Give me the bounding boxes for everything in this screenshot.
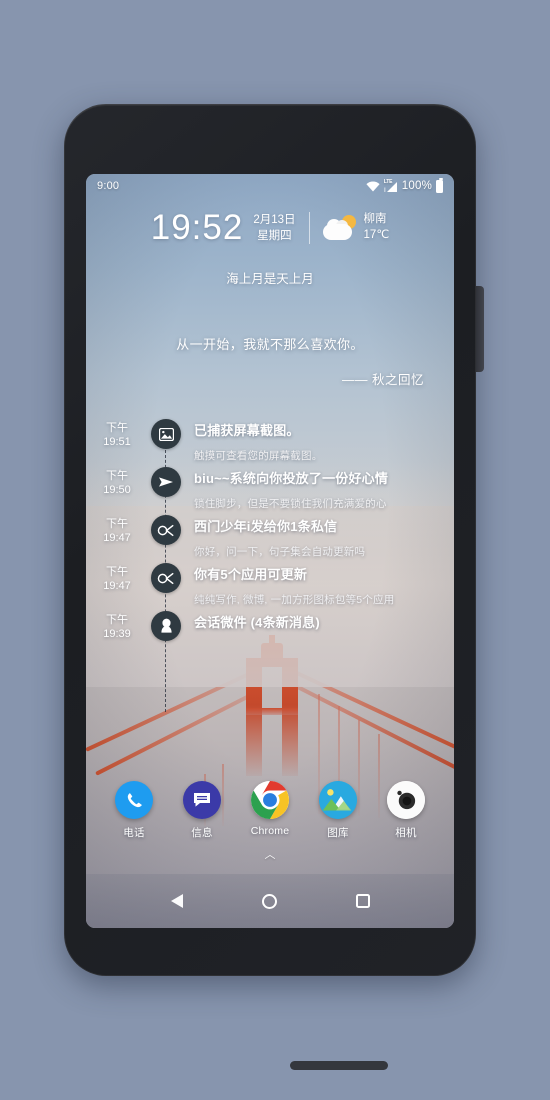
notification-clock: 19:39 xyxy=(103,627,131,640)
notification-period: 下午 xyxy=(106,518,128,530)
notification-clock: 19:51 xyxy=(103,435,131,448)
notification-clock: 19:47 xyxy=(103,531,131,544)
partly-cloudy-icon xyxy=(322,214,357,241)
dock-label: 相机 xyxy=(395,827,417,839)
clock-weekday: 星期四 xyxy=(257,229,292,242)
quote-author: —— 秋之回忆 xyxy=(342,373,424,387)
telegram-send-icon[interactable] xyxy=(151,467,181,497)
phone-icon[interactable] xyxy=(115,781,153,819)
status-bar: 9:00 LTE 100% xyxy=(86,174,454,198)
weather-block[interactable]: 柳南 17℃ xyxy=(322,212,390,243)
notification-title: 会话微件 (4条新消息) xyxy=(194,615,320,630)
navigation-bar xyxy=(86,874,454,928)
screenshot-image-icon[interactable] xyxy=(151,419,181,449)
dock-app-gallery[interactable]: 图库 xyxy=(311,781,365,840)
notification-row[interactable]: 下午 19:47 西门少年i发给你1条私信 你好，问一下，句子集会自动更新吗 xyxy=(86,514,454,562)
notification-period: 下午 xyxy=(106,566,128,578)
notification-title: biu~~系统向你投放了一份好心情 xyxy=(194,471,389,486)
notification-time: 下午 19:47 xyxy=(86,562,148,594)
dock-app-messages[interactable]: 信息 xyxy=(175,781,229,840)
notification-period: 下午 xyxy=(106,422,128,434)
weather-temperature: 17℃ xyxy=(363,228,390,241)
dock-label: 信息 xyxy=(191,827,213,839)
dock-label: 图库 xyxy=(327,827,349,839)
recents-icon[interactable] xyxy=(346,884,380,918)
clock-time: 19:52 xyxy=(150,208,244,247)
notification-body: 你有5个应用可更新 纯纯写作, 微博, 一加方形图标包等5个应用 xyxy=(181,562,454,607)
quote-text: 从一开始，我就不那么喜欢你。 xyxy=(176,337,364,352)
poem-line: 海上月是天上月 xyxy=(226,272,314,286)
clock-date: 2月13日 xyxy=(253,213,296,226)
cellular-signal-icon: LTE xyxy=(383,179,398,192)
home-icon[interactable] xyxy=(253,884,287,918)
notification-row[interactable]: 下午 19:47 你有5个应用可更新 纯纯写作, 微博, 一加方形图标包等5个应… xyxy=(86,562,454,610)
cloud-body xyxy=(322,223,352,240)
power-button[interactable] xyxy=(476,286,484,372)
camera-icon[interactable] xyxy=(387,781,425,819)
status-bar-clock: 9:00 xyxy=(97,180,120,192)
notification-clock: 19:50 xyxy=(103,483,131,496)
dock-label: 电话 xyxy=(123,827,145,839)
dock-label: Chrome xyxy=(250,825,290,837)
weather-city: 柳南 xyxy=(363,212,387,225)
notification-subtitle: 锁住脚步，但是不要锁住我们充满爱的心 xyxy=(194,498,387,510)
notification-subtitle: 触摸可查看您的屏幕截图。 xyxy=(194,450,323,462)
status-bar-icons: LTE 100% xyxy=(366,177,443,193)
gallery-icon[interactable] xyxy=(319,781,357,819)
notification-time: 下午 19:50 xyxy=(86,466,148,498)
notification-list: 下午 19:51 已捕获屏幕截图。 触摸可查看您的屏幕截图。 下午 19:50 xyxy=(86,418,454,712)
dock-app-phone[interactable]: 电话 xyxy=(107,781,161,840)
notification-body: biu~~系统向你投放了一份好心情 锁住脚步，但是不要锁住我们充满爱的心 xyxy=(181,466,454,511)
chrome-icon[interactable] xyxy=(251,781,289,819)
battery-percent-label: 100% xyxy=(401,180,432,192)
qq-penguin-icon[interactable] xyxy=(151,611,181,641)
weather-text-block: 柳南 17℃ xyxy=(364,212,390,243)
quote-widget[interactable]: 从一开始，我就不那么喜欢你。 —— 秋之回忆 xyxy=(86,334,454,388)
notification-body: 西门少年i发给你1条私信 你好，问一下，句子集会自动更新吗 xyxy=(181,514,454,559)
bottom-speaker-grille xyxy=(290,1061,388,1070)
notification-period: 下午 xyxy=(106,470,128,482)
battery-full-icon xyxy=(436,177,443,193)
notification-subtitle: 纯纯写作, 微博, 一加方形图标包等5个应用 xyxy=(194,594,395,606)
notification-row[interactable]: 下午 19:39 会话微件 (4条新消息) xyxy=(86,610,454,658)
messages-icon[interactable] xyxy=(183,781,221,819)
notification-time: 下午 19:51 xyxy=(86,418,148,450)
notification-subtitle: 你好，问一下，句子集会自动更新吗 xyxy=(194,546,366,558)
notification-body: 已捕获屏幕截图。 触摸可查看您的屏幕截图。 xyxy=(181,418,454,463)
notification-row[interactable]: 下午 19:51 已捕获屏幕截图。 触摸可查看您的屏幕截图。 xyxy=(86,418,454,466)
notification-title: 你有5个应用可更新 xyxy=(194,567,308,582)
back-icon[interactable] xyxy=(160,884,194,918)
app-drawer-handle[interactable]: ︿ xyxy=(86,846,454,862)
app-dock: 电话 信息 Chrome 图库 相机 xyxy=(86,781,454,840)
notification-title: 已捕获屏幕截图。 xyxy=(194,423,300,438)
notification-time: 下午 19:47 xyxy=(86,514,148,546)
notification-clock: 19:47 xyxy=(103,579,131,592)
clock-weather-widget[interactable]: 19:52 2月13日 星期四 柳南 17℃ xyxy=(86,210,454,245)
notification-period: 下午 xyxy=(106,614,128,626)
notification-row[interactable]: 下午 19:50 biu~~系统向你投放了一份好心情 锁住脚步，但是不要锁住我们… xyxy=(86,466,454,514)
notification-body: 会话微件 (4条新消息) xyxy=(181,610,454,640)
dock-app-chrome[interactable]: Chrome xyxy=(243,781,297,837)
wifi-icon xyxy=(366,180,380,191)
notification-title: 西门少年i发给你1条私信 xyxy=(194,519,338,534)
notification-time: 下午 19:39 xyxy=(86,610,148,642)
coolapk-icon[interactable] xyxy=(151,563,181,593)
clock-date-block: 2月13日 星期四 xyxy=(253,211,295,244)
widget-divider xyxy=(308,211,310,244)
phone-screen: 9:00 LTE 100% 19:52 2月13日 星期四 柳南 17℃ 海上月… xyxy=(86,174,454,928)
dock-app-camera[interactable]: 相机 xyxy=(379,781,433,840)
coolapk-icon[interactable] xyxy=(151,515,181,545)
